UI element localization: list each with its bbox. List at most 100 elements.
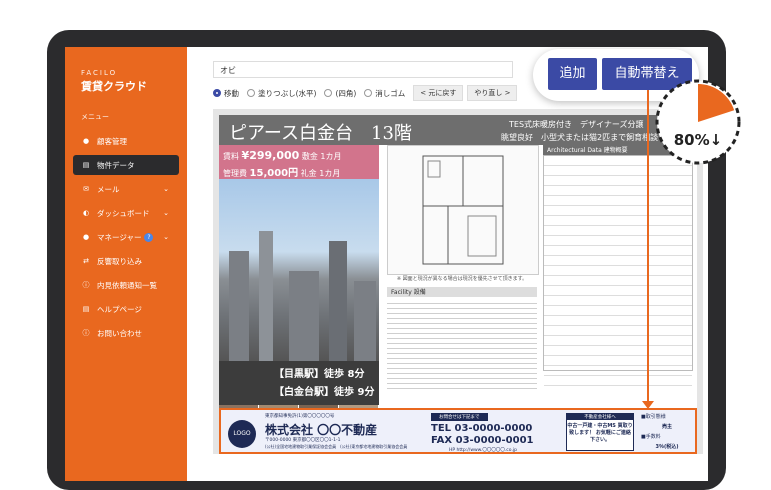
sidebar-item-mail[interactable]: ✉ メール ⌄ (73, 179, 179, 199)
dealer-header: 不動産会社様へ (567, 414, 633, 420)
chevron-down-icon: ⌄ (163, 233, 169, 241)
undo-button[interactable]: < 元に戻す (413, 85, 464, 101)
reduction-gauge (655, 79, 741, 165)
sidebar-item-customers[interactable]: ● 顧客管理 (73, 131, 179, 151)
price-row: 管理費 15,000円 礼金 1カ月 (223, 164, 340, 179)
sidebar-item-label: ダッシュボード (97, 208, 150, 218)
facility-text (387, 303, 537, 393)
terms-line: ■手数料 (641, 434, 661, 440)
flyer-header: ピアース白金台 13階 TES式床暖房付き デザイナーズ分譲 眺望良好 小型犬ま… (219, 115, 697, 145)
help-badge-icon[interactable]: ? (144, 232, 154, 242)
radio-dot (324, 89, 333, 97)
dealer-text: 中古一戸建・中古MS 買取り致します！ お気軽にご連絡下さい。 (567, 423, 633, 443)
station-2: 【白金台駅】徒歩 9分 (274, 387, 375, 398)
radio-dot (364, 89, 373, 97)
rent-label: 賃料 (223, 152, 239, 161)
sidebar-item-label: 物件データ (97, 160, 135, 170)
import-icon: ⇄ (83, 257, 89, 265)
sidebar-item-contact[interactable]: ⓘ お問い合わせ (73, 323, 179, 343)
sidebar-item-properties[interactable]: ▤ 物件データ (73, 155, 179, 175)
app-logo[interactable]: 賃貸クラウド (81, 78, 147, 94)
info-icon: ⓘ (82, 281, 90, 289)
menu-label: メニュー (81, 113, 109, 121)
sidebar-item-help-page[interactable]: ▤ ヘルプページ (73, 299, 179, 319)
document-icon: ▤ (82, 161, 90, 169)
sidebar-item-label: ヘルプページ (97, 304, 142, 314)
property-photo (219, 179, 379, 361)
tool-label: 消しゴム (375, 88, 406, 98)
tool-toolbar: 移動 塗りつぶし(水平) (四角) 消しゴム < 元に戻す やり直し > (213, 85, 521, 101)
flyer-title: ピアース白金台 13階 (229, 123, 412, 144)
radio-dot (213, 89, 221, 97)
company-logo: LOGO (228, 420, 256, 448)
price-row: 賃料 ¥299,000 敷金 1カ月 (223, 149, 342, 162)
sidebar-item-label: マネージャー (97, 232, 142, 242)
redo-button[interactable]: やり直し > (467, 85, 518, 101)
terms-line: 売主 (661, 424, 672, 430)
station-1: 【目黒駅】徒歩 8分 (274, 369, 365, 380)
logo-small: FACILO (81, 69, 118, 77)
building-shape (354, 281, 376, 361)
editor-panel: オビ 移動 塗りつぶし(水平) (四角) 消しゴム < 元に戻す やり直し > … (187, 47, 708, 481)
reduction-percent: 80%↓ (673, 131, 723, 149)
building-shape (229, 251, 249, 361)
flyer-canvas[interactable]: ピアース白金台 13階 TES式床暖房付き デザイナーズ分譲 眺望良好 小型犬ま… (213, 109, 703, 454)
tool-rect-radio[interactable]: (四角) (324, 88, 356, 99)
tool-label: 塗りつぶし(水平) (258, 88, 317, 98)
station-box: 【目黒駅】徒歩 8分 【白金台駅】徒歩 9分 (219, 361, 379, 405)
mgmt-label: 管理費 (223, 169, 247, 178)
question-icon: ⓘ (82, 329, 90, 337)
deposit: 敷金 1カ月 (301, 152, 342, 161)
price-box: 賃料 ¥299,000 敷金 1カ月 管理費 15,000円 礼金 1カ月 (219, 145, 379, 179)
dealer-notice: 不動産会社様へ 中古一戸建・中古MS 買取り致します！ お気軽にご連絡下さい。 (566, 413, 634, 451)
key-money: 礼金 1カ月 (300, 169, 341, 178)
app-screen: FACILO 賃貸クラウド メニュー ● 顧客管理 ▤ 物件データ ✉ メール … (65, 47, 708, 481)
tool-label: 移動 (224, 88, 239, 98)
fax-number: FAX 03-0000-0001 (431, 435, 534, 446)
property-flyer: ピアース白金台 13階 TES式床暖房付き デザイナーズ分譲 眺望良好 小型犬ま… (219, 115, 697, 454)
sidebar-item-label: 反響取り込み (97, 256, 142, 266)
company-banner[interactable]: LOGO 東京都知事免許(1)第〇〇〇〇〇号 株式会社 〇〇不動産 〒000-0… (219, 408, 697, 454)
company-name: 株式会社 〇〇不動産 (265, 423, 378, 437)
sidebar-item-import[interactable]: ⇄ 反響取り込み (73, 251, 179, 271)
sidebar-item-label: 顧客管理 (97, 136, 127, 146)
terms-line: 3％(税込) (655, 444, 679, 450)
tool-move-radio[interactable]: 移動 (213, 88, 239, 99)
mgmt-value: 15,000円 (249, 168, 299, 179)
website-url: HP http://www.〇〇〇〇〇.co.jp (449, 448, 517, 453)
transaction-terms: ■取引態様 売主 ■手数料 3％(税込) (641, 413, 693, 453)
building-shape (329, 241, 347, 361)
sidebar-item-dashboard[interactable]: ◐ ダッシュボード ⌄ (73, 203, 179, 223)
building-shape (259, 231, 273, 361)
sidebar: FACILO 賃貸クラウド メニュー ● 顧客管理 ▤ 物件データ ✉ メール … (65, 47, 187, 481)
company-address: 〒000-0000 東京都〇〇区〇〇1-1-1 (265, 438, 341, 443)
layer-name-input[interactable]: オビ (213, 61, 513, 78)
tool-fill-radio[interactable]: 塗りつぶし(水平) (247, 88, 316, 99)
tool-label: (四角) (335, 88, 357, 98)
sidebar-item-label: 内見依頼通知一覧 (97, 280, 157, 290)
chevron-down-icon: ⌄ (163, 209, 169, 217)
sidebar-item-manager[interactable]: ● マネージャー ? ⌄ (73, 227, 179, 247)
arrow-down-icon (642, 401, 654, 409)
flyer-tagline: 眺望良好 小型犬または猫2匹まで飼育相談 (501, 133, 659, 142)
help-doc-icon: ▤ (82, 305, 90, 313)
person-icon: ● (82, 137, 90, 145)
license-number: 東京都知事免許(1)第〇〇〇〇〇号 (265, 414, 335, 419)
chevron-down-icon: ⌄ (163, 185, 169, 193)
building-shape (289, 271, 319, 361)
flyer-tagline: TES式床暖房付き デザイナーズ分譲 (509, 120, 644, 129)
mail-icon: ✉ (83, 185, 89, 193)
plan-caption: ※ 図面と現況が異なる場合は現況を優先させて頂きます。 (396, 276, 528, 282)
callout-arrow-line (647, 90, 649, 406)
sidebar-item-viewing-requests[interactable]: ⓘ 内見依頼通知一覧 (73, 275, 179, 295)
facility-header: Facility 設備 (387, 287, 537, 297)
radio-dot (247, 89, 255, 97)
phone-number: TEL 03-0000-0000 (431, 423, 533, 434)
add-button[interactable]: 追加 (548, 58, 597, 90)
tool-eraser-radio[interactable]: 消しゴム (364, 88, 405, 99)
sidebar-item-label: お問い合わせ (97, 328, 142, 338)
floor-plan-drawing (422, 155, 504, 265)
people-icon: ● (82, 233, 90, 241)
sidebar-item-label: メール (97, 184, 120, 194)
floor-plan (387, 145, 539, 275)
